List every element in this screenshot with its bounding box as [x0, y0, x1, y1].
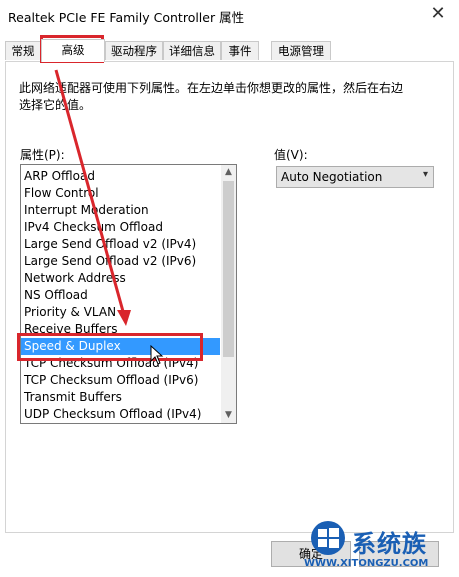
watermark-url: WWW.XITONGZU.COM — [304, 558, 429, 569]
mouse-pointer-icon — [150, 345, 164, 365]
watermark-text: 系统族 — [352, 530, 427, 558]
tab-advanced[interactable]: 高级 — [41, 39, 105, 62]
annotation-arrow — [54, 69, 131, 326]
windows-logo-icon — [311, 521, 345, 555]
watermark: 系统族 WWW.XITONGZU.COM — [300, 516, 459, 577]
